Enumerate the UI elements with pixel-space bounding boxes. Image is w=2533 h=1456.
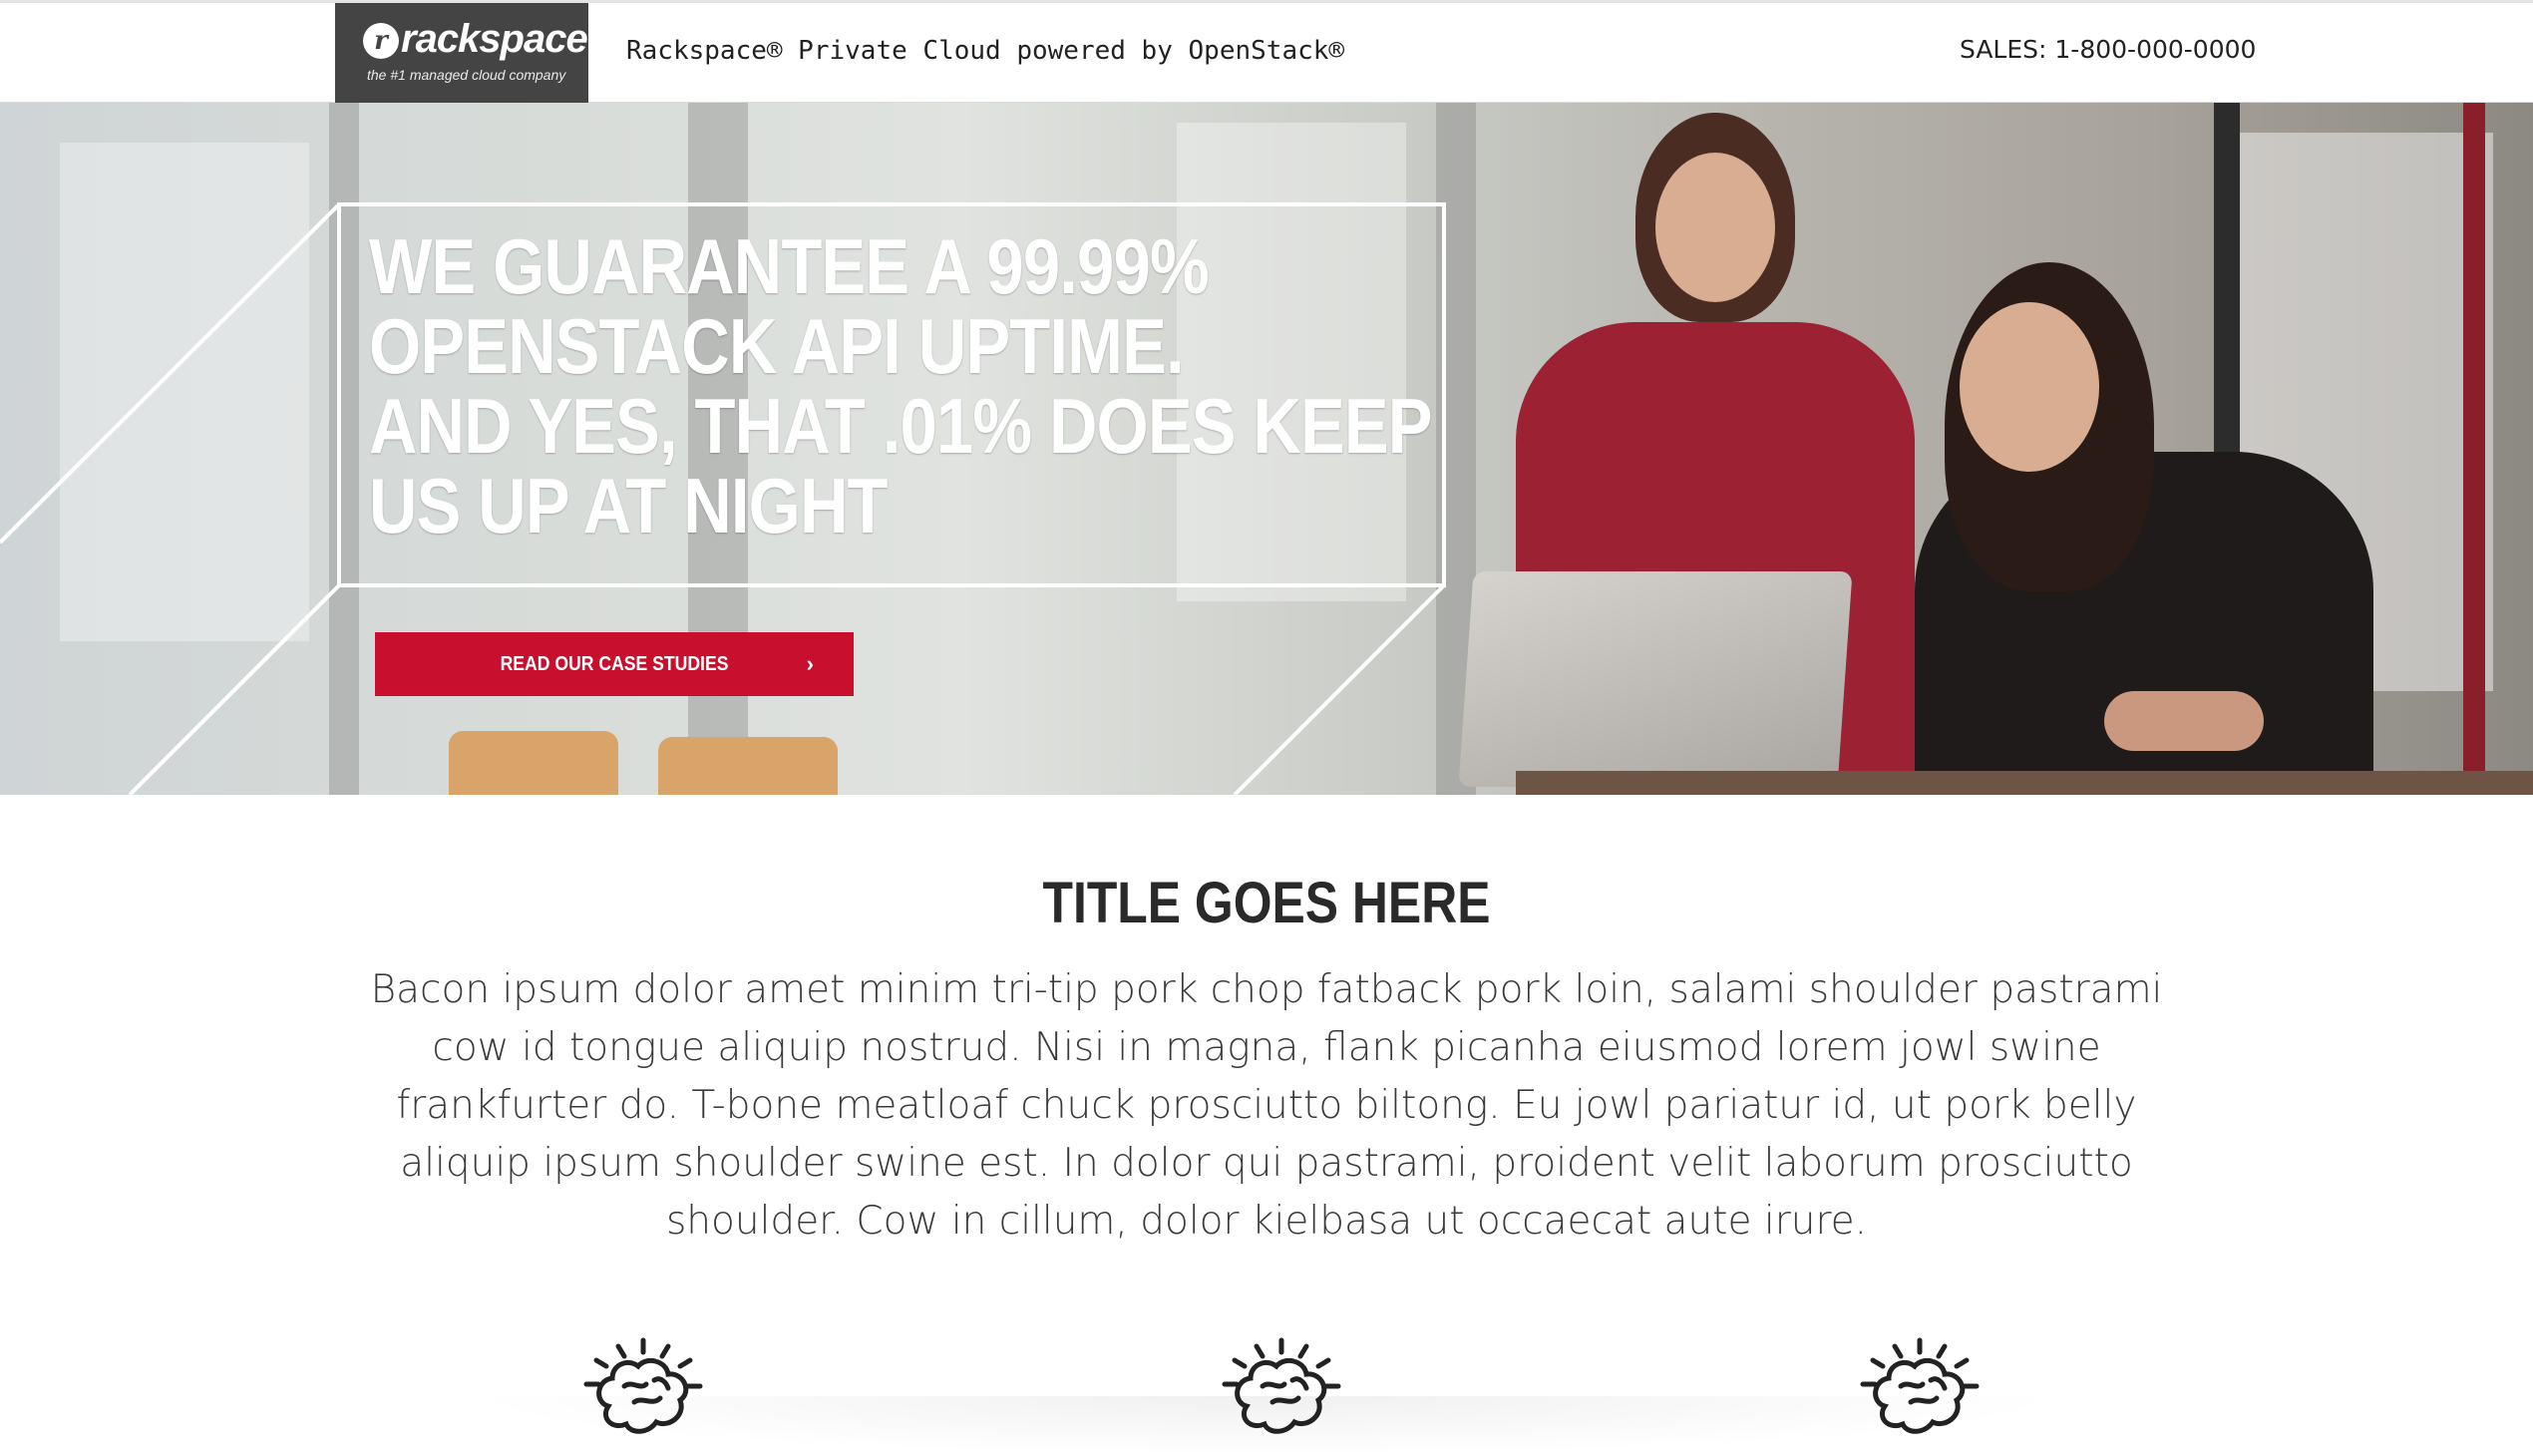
brain-idea-icon (1860, 1337, 1980, 1434)
hero-headline-line: WE GUARANTEE A 99.99% (369, 222, 1210, 310)
hero-headline-line: OPENSTACK API UPTIME. (369, 302, 1185, 390)
rackspace-logo[interactable]: r rackspace the #1 managed cloud company (335, 3, 588, 103)
brain-idea-icon (583, 1337, 703, 1434)
intro-paragraph: Bacon ipsum dolor amet minim tri-tip por… (370, 967, 2163, 1244)
logo-wordmark: rackspace (401, 17, 588, 61)
hero-headline-line: US UP AT NIGHT (369, 462, 889, 549)
logo-tagline: the #1 managed cloud company (367, 67, 566, 83)
read-case-studies-button[interactable]: READ OUR CASE STUDIES › (375, 632, 854, 696)
header-title: Rackspace® Private Cloud powered by Open… (626, 36, 1345, 66)
section-title: TITLE GOES HERE (1042, 871, 1491, 935)
site-header: r rackspace the #1 managed cloud company… (0, 0, 2533, 103)
hero-headline-line: AND YES, THAT .01% DOES KEEP (369, 382, 1432, 470)
hero-banner: WE GUARANTEE A 99.99% OPENSTACK API UPTI… (0, 103, 2533, 795)
hero-headline: WE GUARANTEE A 99.99% OPENSTACK API UPTI… (369, 222, 1432, 549)
sales-phone[interactable]: SALES: 1-800-000-0000 (1960, 35, 2256, 64)
cta-label: READ OUR CASE STUDIES (500, 652, 729, 675)
chevron-right-icon: › (806, 651, 814, 676)
feature-icons-row (0, 1336, 2533, 1456)
brain-idea-icon (1222, 1337, 1341, 1434)
rackspace-logo-mark-icon: r (363, 23, 399, 59)
